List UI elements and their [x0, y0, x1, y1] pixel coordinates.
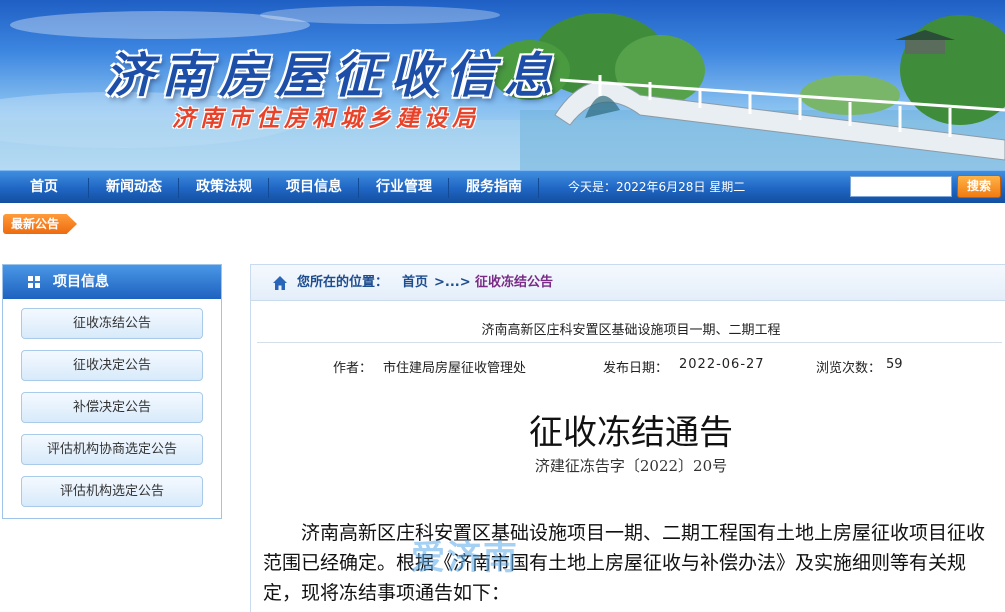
sidebar-item-freeze-notice[interactable]: 征收冻结公告 [21, 308, 203, 339]
sidebar: 项目信息 征收冻结公告 征收决定公告 补偿决定公告 评估机构协商选定公告 评估机… [2, 264, 222, 519]
nav-divider [358, 178, 359, 198]
notice-heading: 征收冻结通告 [529, 413, 733, 453]
search-button[interactable]: 搜索 [957, 175, 1001, 198]
notice-document-number: 济建征冻告字〔2022〕20号 [534, 457, 728, 475]
breadcrumb-separator: >...> [434, 275, 471, 290]
sidebar-item-compensation-notice[interactable]: 补偿决定公告 [21, 392, 203, 423]
main-nav: 首页 新闻动态 政策法规 项目信息 行业管理 服务指南 今天是：2022年6月2… [0, 170, 1005, 203]
nav-divider [448, 178, 449, 198]
site-title: 济南房屋征收信息 [105, 48, 562, 104]
breadcrumb: 您所在的位置： 首页 >...> 征收冻结公告 [251, 265, 1005, 301]
author-value: 市住建局房屋征收管理处 [383, 361, 527, 376]
notice-body-text: 济南高新区庄科安置区基础设施项目一期、二期工程国有土地上房屋征收项目征收范围已经… [263, 522, 986, 604]
nav-item-services[interactable]: 服务指南 [450, 171, 538, 204]
main-content: 您所在的位置： 首页 >...> 征收冻结公告 济南高新区庄科安置区基础设施项目… [250, 264, 1005, 612]
current-date: 今天是：2022年6月28日 星期二 [568, 180, 746, 194]
nav-item-news[interactable]: 新闻动态 [90, 171, 178, 204]
views-label: 浏览次数： [816, 361, 882, 376]
latest-notice-tag[interactable]: 最新公告 [3, 214, 77, 234]
sidebar-item-appraisal-negotiation[interactable]: 评估机构协商选定公告 [21, 434, 203, 465]
title-divider [257, 342, 1002, 343]
nav-item-industry[interactable]: 行业管理 [360, 171, 448, 204]
publish-date-value: 2022-06-27 [679, 357, 765, 372]
nav-divider [538, 178, 539, 198]
nav-item-home[interactable]: 首页 [0, 171, 88, 204]
home-icon [273, 276, 287, 290]
publish-date-label: 发布日期： [603, 361, 669, 376]
nav-divider [268, 178, 269, 198]
nav-item-policy[interactable]: 政策法规 [180, 171, 268, 204]
site-subtitle: 济南市住房和城乡建设局 [172, 105, 480, 132]
nav-divider [88, 178, 89, 198]
nav-item-projects[interactable]: 项目信息 [270, 171, 358, 204]
author-label: 作者： [333, 361, 373, 376]
header-banner: 济南房屋征收信息 济南市住房和城乡建设局 [0, 0, 1005, 170]
nav-divider [178, 178, 179, 198]
views-value: 59 [886, 357, 903, 372]
sidebar-item-appraisal-selection[interactable]: 评估机构选定公告 [21, 476, 203, 507]
breadcrumb-current-link[interactable]: 征收冻结公告 [475, 265, 553, 301]
grid-icon [28, 276, 41, 289]
search-input[interactable] [850, 176, 952, 197]
sidebar-header: 项目信息 [3, 265, 221, 299]
breadcrumb-home-link[interactable]: 首页 [402, 265, 428, 301]
sidebar-title: 项目信息 [53, 274, 109, 290]
sidebar-item-decision-notice[interactable]: 征收决定公告 [21, 350, 203, 381]
article-title: 济南高新区庄科安置区基础设施项目一期、二期工程 [481, 323, 781, 338]
breadcrumb-label: 您所在的位置： [297, 275, 389, 290]
